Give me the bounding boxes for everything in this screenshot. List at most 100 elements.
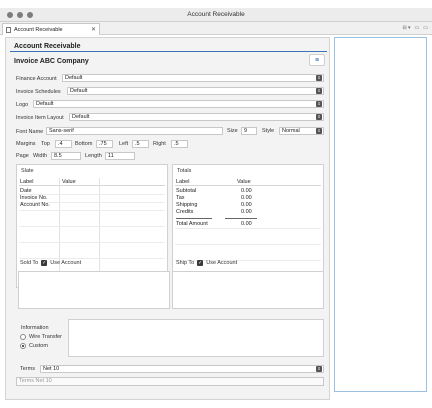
document-icon (6, 26, 11, 33)
font-name-field[interactable]: Sans-serif (46, 127, 223, 135)
finance-account-row: Finance Account (16, 74, 57, 83)
invoice-schedules-value: Default (70, 88, 88, 94)
page-length-field[interactable]: 11 (105, 152, 135, 160)
logo-row: Logo (16, 100, 28, 109)
invoice-item-layout-value: Default (72, 114, 90, 120)
margin-top-label: Top (41, 141, 50, 147)
chevron-updown-icon: ⇕ (316, 366, 322, 372)
chevron-updown-icon: ⇕ (316, 101, 322, 107)
totals-row-label: Credits (176, 209, 194, 215)
chevron-updown-icon: ⇕ (316, 114, 322, 120)
tab-account-receivable[interactable]: Account Receivable ✕ (2, 23, 100, 35)
slate-col-value: Value (62, 179, 76, 185)
table-row (19, 226, 165, 227)
invoice-schedules-select[interactable]: Default ⇕ (67, 87, 324, 95)
totals-row-value: 0.00 (241, 195, 252, 201)
total-underline (176, 218, 212, 219)
section-title: Account Receivable (14, 43, 81, 50)
margin-right-field[interactable]: .5 (171, 140, 188, 148)
sold-to-address-box[interactable] (18, 271, 170, 309)
margin-top-field[interactable]: .4 (55, 140, 72, 148)
tab-toolbar: ⊟ ▾ ▭ ▭ (402, 25, 428, 31)
invoice-editor: Account Receivable Invoice ABC Company ≡… (5, 37, 330, 400)
slate-col-label: Label (20, 179, 34, 185)
chevron-updown-icon: ⇕ (316, 88, 322, 94)
margin-bottom-label: Bottom (75, 141, 93, 147)
editor-tabbar: Account Receivable ✕ ⊟ ▾ ▭ ▭ (0, 22, 432, 35)
window-title: Account Receivable (187, 11, 245, 18)
page-width-field[interactable]: 8.5 (51, 152, 81, 160)
information-label: Information (21, 325, 49, 331)
totals-table[interactable]: Label Value Subtotal 0.00 Tax 0.00 Shipp… (175, 178, 321, 286)
total-underline (225, 218, 257, 219)
font-style-select[interactable]: Normal ⇕ (279, 127, 324, 135)
wire-transfer-option[interactable]: Wire Transfer (20, 334, 62, 340)
page-label: Page (16, 153, 29, 159)
ship-to-use-account-label: Use Account (206, 260, 238, 266)
wire-transfer-label: Wire Transfer (29, 334, 63, 340)
window-titlebar: Account Receivable (0, 8, 432, 22)
terms-value: Net 10 (43, 366, 60, 372)
company-name: Invoice ABC Company (14, 58, 89, 65)
chevron-updown-icon: ⇕ (316, 75, 322, 81)
margin-left-field[interactable]: .5 (132, 140, 149, 148)
table-row (19, 242, 165, 243)
view-menu-icon[interactable]: ⊟ ▾ (402, 25, 410, 31)
total-amount-label: Total Amount (176, 221, 208, 227)
tab-close-icon[interactable]: ✕ (91, 26, 96, 33)
total-amount-value: 0.00 (241, 221, 252, 227)
totals-row-value: 0.00 (241, 209, 252, 215)
slate-panel: Slate Label Value Date Invoice No. Accou… (16, 164, 168, 288)
logo-value: Default (36, 101, 54, 107)
invoice-item-layout-select[interactable]: Default ⇕ (69, 113, 324, 121)
invoice-schedules-label: Invoice Schedules (16, 88, 61, 95)
finance-account-select[interactable]: Default ⇕ (62, 74, 324, 82)
ship-to-use-account-checkbox[interactable]: ✓ (197, 260, 204, 266)
margin-bottom-field[interactable]: .75 (96, 140, 113, 148)
finance-account-label: Finance Account (16, 75, 57, 82)
table-row (19, 258, 165, 259)
custom-option[interactable]: Custom (20, 343, 48, 349)
sold-to-header: Sold To ✓ Use Account (20, 260, 81, 266)
totals-title: Totals (177, 168, 192, 174)
font-style-label: Style (262, 128, 275, 134)
totals-row-label: Shipping (176, 202, 198, 208)
custom-label: Custom (29, 343, 48, 349)
totals-row-label: Tax (176, 195, 185, 201)
font-style-value: Normal (282, 128, 300, 134)
information-text-box[interactable] (68, 319, 324, 357)
totals-panel: Totals Label Value Subtotal 0.00 Tax 0.0… (172, 164, 324, 288)
terms-select[interactable]: Net 10 ⇕ (40, 365, 324, 373)
ship-to-header: Ship To ✓ Use Account (176, 260, 237, 266)
font-row: Font Name (16, 127, 43, 136)
menu-icon[interactable]: ≡ (309, 54, 325, 66)
sold-to-label: Sold To (20, 260, 39, 266)
font-name-label: Font Name (16, 128, 44, 135)
custom-radio[interactable] (20, 343, 26, 349)
font-size-field[interactable]: 9 (241, 127, 257, 135)
wire-transfer-radio[interactable] (20, 334, 26, 340)
slate-header (19, 178, 165, 186)
ship-to-address-box[interactable] (172, 271, 324, 309)
margin-right-label: Right (153, 141, 166, 147)
minimize-view-icon[interactable]: ▭ (415, 25, 420, 31)
maximize-view-icon[interactable]: ▭ (423, 25, 428, 31)
terms-note-field[interactable]: Terms Net 10 (16, 377, 324, 386)
table-row (175, 244, 321, 245)
slate-row-label: Invoice No. (20, 195, 48, 201)
sold-to-use-account-checkbox[interactable]: ✓ (41, 260, 48, 266)
side-panel[interactable] (334, 37, 427, 392)
logo-select[interactable]: Default ⇕ (33, 100, 324, 108)
slate-table[interactable]: Label Value Date Invoice No. Account No. (19, 178, 165, 286)
table-row (175, 228, 321, 229)
slate-row-label: Account No. (20, 202, 50, 208)
sold-to-use-account-label: Use Account (50, 260, 82, 266)
slate-title: Slate (21, 168, 34, 174)
tab-label: Account Receivable (14, 26, 63, 33)
invoice-schedules-row: Invoice Schedules (16, 87, 61, 96)
chevron-updown-icon: ⇕ (316, 128, 322, 134)
totals-row-value: 0.00 (241, 188, 252, 194)
margin-left-label: Left (119, 141, 129, 147)
totals-col-label: Label (176, 179, 190, 185)
totals-row-label: Subtotal (176, 188, 197, 194)
